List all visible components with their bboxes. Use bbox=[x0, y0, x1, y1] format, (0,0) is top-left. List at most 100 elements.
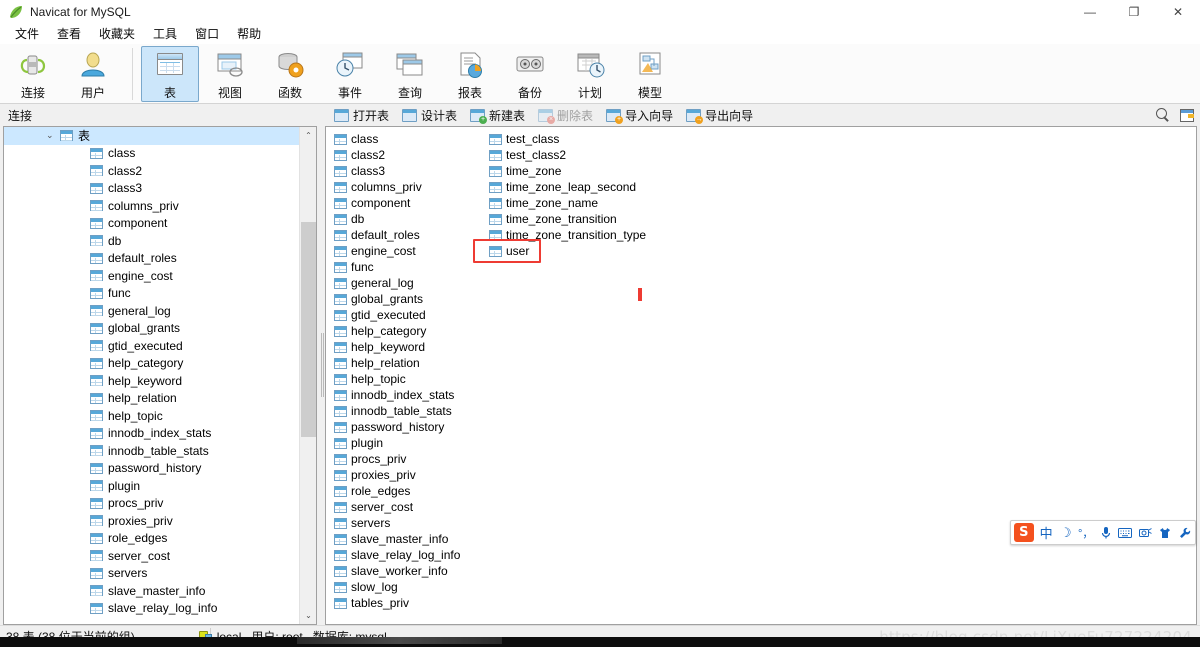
tree-item[interactable]: class bbox=[4, 145, 299, 163]
list-item[interactable]: help_keyword bbox=[330, 339, 485, 355]
list-item[interactable]: help_topic bbox=[330, 371, 485, 387]
ime-voice-icon[interactable] bbox=[1098, 523, 1113, 542]
splitter-grip[interactable] bbox=[321, 332, 324, 397]
sidebar-scrollbar[interactable]: ⌃ ⌄ bbox=[299, 127, 316, 624]
toolbar-event-button[interactable]: 事件 bbox=[321, 46, 379, 102]
tree-item[interactable]: slave_master_info bbox=[4, 582, 299, 600]
ime-punctuation-icon[interactable]: °， bbox=[1078, 523, 1093, 542]
connection-tree[interactable]: ⌄ 表 class class2 class3 columns_priv compone… bbox=[3, 126, 317, 625]
scroll-up-button[interactable]: ⌃ bbox=[300, 127, 316, 144]
list-item[interactable]: tables_priv bbox=[330, 595, 485, 611]
tree-item[interactable]: servers bbox=[4, 565, 299, 583]
tree-item[interactable]: server_cost bbox=[4, 547, 299, 565]
list-item[interactable]: time_zone_transition bbox=[485, 211, 640, 227]
menu-view[interactable]: 查看 bbox=[48, 25, 90, 44]
list-item[interactable]: class3 bbox=[330, 163, 485, 179]
sogou-logo-icon[interactable]: S bbox=[1014, 523, 1034, 542]
restore-button[interactable]: ❐ bbox=[1112, 0, 1156, 24]
list-item[interactable]: slow_log bbox=[330, 579, 485, 595]
list-item[interactable]: password_history bbox=[330, 419, 485, 435]
list-item[interactable]: slave_relay_log_info bbox=[330, 547, 485, 563]
export-wizard-button[interactable]: → 导出向导 bbox=[683, 105, 761, 125]
menu-window[interactable]: 窗口 bbox=[186, 25, 228, 44]
tree-item[interactable]: password_history bbox=[4, 460, 299, 478]
list-item[interactable]: innodb_index_stats bbox=[330, 387, 485, 403]
tree-item[interactable]: gtid_executed bbox=[4, 337, 299, 355]
list-item[interactable]: help_relation bbox=[330, 355, 485, 371]
tree-item[interactable]: general_log bbox=[4, 302, 299, 320]
list-item[interactable]: time_zone_transition_type bbox=[485, 227, 646, 243]
tree-item[interactable]: innodb_table_stats bbox=[4, 442, 299, 460]
delete-table-button[interactable]: × 删除表 bbox=[535, 105, 601, 125]
tree-item[interactable]: plugin bbox=[4, 477, 299, 495]
tree-item[interactable]: help_category bbox=[4, 355, 299, 373]
tree-item[interactable]: help_relation bbox=[4, 390, 299, 408]
object-list-pane[interactable]: class class2 class3 columns_priv component db… bbox=[325, 126, 1197, 625]
scrollbar-thumb[interactable] bbox=[301, 222, 316, 437]
tree-item[interactable]: db bbox=[4, 232, 299, 250]
tree-item[interactable]: component bbox=[4, 215, 299, 233]
list-item[interactable]: test_class bbox=[485, 131, 640, 147]
scroll-down-button[interactable]: ⌄ bbox=[300, 607, 316, 624]
tree-item[interactable]: class2 bbox=[4, 162, 299, 180]
list-item[interactable]: role_edges bbox=[330, 483, 485, 499]
list-item[interactable]: default_roles bbox=[330, 227, 485, 243]
list-item[interactable]: class bbox=[330, 131, 485, 147]
ime-toolbox-icon[interactable] bbox=[1177, 523, 1192, 542]
toolbar-view-button[interactable]: 视图 bbox=[201, 46, 259, 102]
tree-item[interactable]: procs_priv bbox=[4, 495, 299, 513]
list-item[interactable]: test_class2 bbox=[485, 147, 640, 163]
toolbar-connection-button[interactable]: 连接 bbox=[4, 46, 62, 102]
list-item[interactable]: columns_priv bbox=[330, 179, 485, 195]
tree-item[interactable]: engine_cost bbox=[4, 267, 299, 285]
list-item[interactable]: time_zone_leap_second bbox=[485, 179, 640, 195]
toolbar-function-button[interactable]: 函数 bbox=[261, 46, 319, 102]
ime-skin-icon[interactable] bbox=[1158, 523, 1173, 542]
minimize-button[interactable]: — bbox=[1068, 0, 1112, 24]
list-item[interactable]: innodb_table_stats bbox=[330, 403, 485, 419]
tree-item[interactable]: class3 bbox=[4, 180, 299, 198]
menu-file[interactable]: 文件 bbox=[6, 25, 48, 44]
toolbar-table-button[interactable]: 表 bbox=[141, 46, 199, 102]
tree-item[interactable]: role_edges bbox=[4, 530, 299, 548]
toolbar-report-button[interactable]: 报表 bbox=[441, 46, 499, 102]
list-item[interactable]: component bbox=[330, 195, 485, 211]
list-item[interactable]: server_cost bbox=[330, 499, 485, 515]
menu-favorites[interactable]: 收藏夹 bbox=[90, 25, 144, 44]
list-item[interactable]: proxies_priv bbox=[330, 467, 485, 483]
list-item[interactable]: slave_master_info bbox=[330, 531, 485, 547]
import-wizard-button[interactable]: + 导入向导 bbox=[603, 105, 681, 125]
toolbar-query-button[interactable]: 查询 bbox=[381, 46, 439, 102]
ime-screenshot-icon[interactable] bbox=[1138, 523, 1153, 542]
toolbar-model-button[interactable]: 模型 bbox=[621, 46, 679, 102]
list-item[interactable]: time_zone_name bbox=[485, 195, 640, 211]
list-item[interactable]: gtid_executed bbox=[330, 307, 485, 323]
list-item[interactable]: engine_cost bbox=[330, 243, 485, 259]
sogou-ime-toolbar[interactable]: S 中 ☽ °， bbox=[1010, 520, 1196, 545]
tree-item[interactable]: func bbox=[4, 285, 299, 303]
tree-item[interactable]: proxies_priv bbox=[4, 512, 299, 530]
list-item[interactable]: general_log bbox=[330, 275, 485, 291]
search-icon[interactable] bbox=[1156, 108, 1170, 122]
tree-item[interactable]: slave_relay_log_info bbox=[4, 600, 299, 618]
toolbar-user-button[interactable]: 用户 bbox=[64, 46, 122, 102]
list-item[interactable]: user bbox=[485, 243, 640, 259]
list-item[interactable]: procs_priv bbox=[330, 451, 485, 467]
tree-item[interactable]: help_keyword bbox=[4, 372, 299, 390]
view-mode-icon[interactable] bbox=[1180, 108, 1194, 122]
close-button[interactable]: ✕ bbox=[1156, 0, 1200, 24]
tree-item[interactable]: columns_priv bbox=[4, 197, 299, 215]
tree-item[interactable]: default_roles bbox=[4, 250, 299, 268]
toolbar-schedule-button[interactable]: 计划 bbox=[561, 46, 619, 102]
list-item[interactable]: plugin bbox=[330, 435, 485, 451]
menu-help[interactable]: 帮助 bbox=[228, 25, 270, 44]
ime-softkeyboard-icon[interactable] bbox=[1118, 523, 1133, 542]
design-table-button[interactable]: 设计表 bbox=[399, 105, 465, 125]
open-table-button[interactable]: 打开表 bbox=[331, 105, 397, 125]
tree-item[interactable]: innodb_index_stats bbox=[4, 425, 299, 443]
ime-moon-icon[interactable]: ☽ bbox=[1058, 523, 1073, 542]
list-item[interactable]: class2 bbox=[330, 147, 485, 163]
tree-item[interactable]: global_grants bbox=[4, 320, 299, 338]
list-item[interactable]: global_grants bbox=[330, 291, 485, 307]
list-item[interactable]: help_category bbox=[330, 323, 485, 339]
